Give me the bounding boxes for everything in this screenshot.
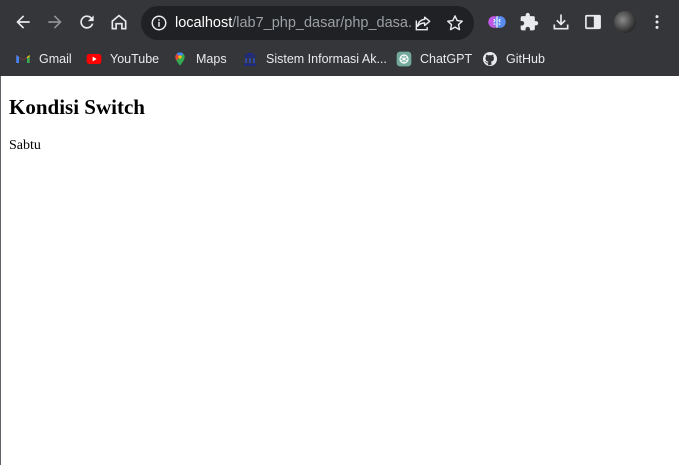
url-text[interactable]: localhost/lab7_php_dasar/php_dasa... bbox=[175, 14, 411, 32]
browser-toolbar: localhost/lab7_php_dasar/php_dasa... bbox=[0, 0, 679, 44]
home-icon bbox=[111, 14, 127, 30]
brain-extension-icon[interactable] bbox=[487, 12, 507, 32]
bookmark-label: ChatGPT bbox=[420, 52, 473, 66]
profile-avatar[interactable] bbox=[614, 11, 636, 33]
bookmark-star-icon[interactable] bbox=[445, 13, 465, 33]
side-panel-icon[interactable] bbox=[583, 12, 603, 32]
bookmark-maps[interactable]: Maps bbox=[172, 48, 227, 70]
extensions-puzzle-icon[interactable] bbox=[519, 12, 539, 32]
university-icon bbox=[244, 52, 256, 66]
address-bar[interactable]: localhost/lab7_php_dasar/php_dasa... bbox=[141, 6, 474, 40]
back-arrow-icon bbox=[16, 15, 30, 29]
youtube-icon bbox=[86, 54, 102, 64]
share-icon[interactable] bbox=[413, 13, 433, 33]
home-button[interactable] bbox=[105, 8, 133, 36]
forward-button[interactable] bbox=[41, 8, 69, 36]
page-title: Kondisi Switch bbox=[9, 95, 145, 119]
switch-result-text: Sabtu bbox=[9, 138, 41, 153]
url-host: localhost bbox=[175, 15, 233, 31]
bookmark-gmail[interactable]: Gmail bbox=[15, 48, 72, 70]
bookmark-label: Maps bbox=[196, 52, 227, 66]
url-path: /lab7_php_dasar/php_dasa... bbox=[232, 15, 411, 31]
maps-icon bbox=[175, 52, 185, 66]
reload-button[interactable] bbox=[73, 8, 101, 36]
bookmark-label: Sistem Informasi Ak... bbox=[266, 52, 387, 66]
bookmark-github[interactable]: GitHub bbox=[482, 48, 545, 70]
page-content: Kondisi Switch Sabtu bbox=[0, 76, 679, 465]
back-button[interactable] bbox=[9, 8, 37, 36]
site-info-icon[interactable] bbox=[150, 14, 168, 32]
browser-chrome: localhost/lab7_php_dasar/php_dasa... Gma… bbox=[0, 0, 679, 76]
more-menu-icon[interactable] bbox=[647, 12, 667, 32]
bookmark-label: YouTube bbox=[110, 52, 160, 66]
chatgpt-icon bbox=[396, 51, 412, 67]
gmail-icon bbox=[16, 55, 30, 63]
reload-icon bbox=[80, 15, 94, 29]
github-icon bbox=[483, 52, 497, 66]
download-icon[interactable] bbox=[551, 12, 571, 32]
forward-arrow-icon bbox=[48, 15, 62, 29]
bookmark-label: GitHub bbox=[506, 52, 545, 66]
bookmark-sistem-informasi[interactable]: Sistem Informasi Ak... bbox=[242, 48, 387, 70]
bookmark-youtube[interactable]: YouTube bbox=[86, 48, 159, 70]
bookmark-label: Gmail bbox=[39, 52, 72, 66]
bookmark-chatgpt[interactable]: ChatGPT bbox=[396, 48, 472, 70]
bookmarks-bar: Gmail YouTube Maps Sistem Informasi Ak..… bbox=[0, 44, 679, 74]
